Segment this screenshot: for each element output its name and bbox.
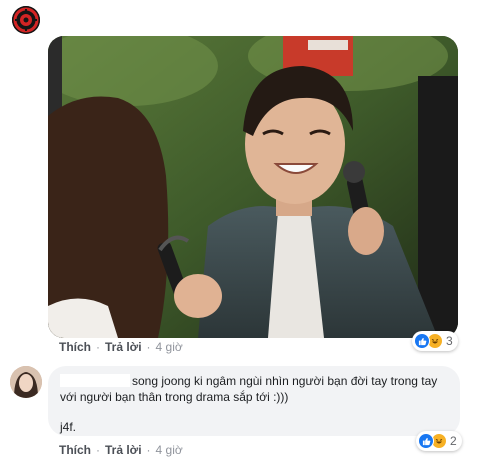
comment-actions: Thích · Trả lời · 4 giờ <box>59 443 183 457</box>
comment-text: song joong ki ngâm ngùi nhìn người bạn đ… <box>60 373 448 405</box>
post-reaction-summary[interactable]: 3 <box>412 331 458 351</box>
reply-link[interactable]: Trả lời <box>105 443 142 457</box>
like-icon <box>418 433 434 449</box>
separator-dot: · <box>146 443 151 457</box>
video-still-image <box>48 36 458 338</box>
comment-bubble: song joong ki ngâm ngùi nhìn người bạn đ… <box>48 366 460 436</box>
timestamp[interactable]: 4 giờ <box>156 443 183 457</box>
separator-dot: · <box>146 340 151 354</box>
separator-dot: · <box>96 340 100 354</box>
timestamp[interactable]: 4 giờ <box>156 340 183 354</box>
page-avatar[interactable] <box>12 6 40 34</box>
post-gif-image[interactable] <box>48 36 458 338</box>
reply-link[interactable]: Trả lời <box>105 340 142 354</box>
like-icon <box>414 333 430 349</box>
reaction-count: 2 <box>450 434 457 448</box>
comment-signature: j4f. <box>60 420 77 434</box>
reaction-count: 3 <box>446 334 453 348</box>
like-link[interactable]: Thích <box>59 340 91 354</box>
page-logo-icon <box>12 6 40 34</box>
comment-reaction-summary[interactable]: 2 <box>416 431 462 451</box>
post-actions: Thích · Trả lời · 4 giờ <box>59 340 183 354</box>
like-link[interactable]: Thích <box>59 443 91 457</box>
redacted-commenter-name <box>60 374 130 387</box>
commenter-avatar[interactable] <box>10 366 42 398</box>
separator-dot: · <box>96 443 100 457</box>
avatar-photo <box>10 366 42 398</box>
